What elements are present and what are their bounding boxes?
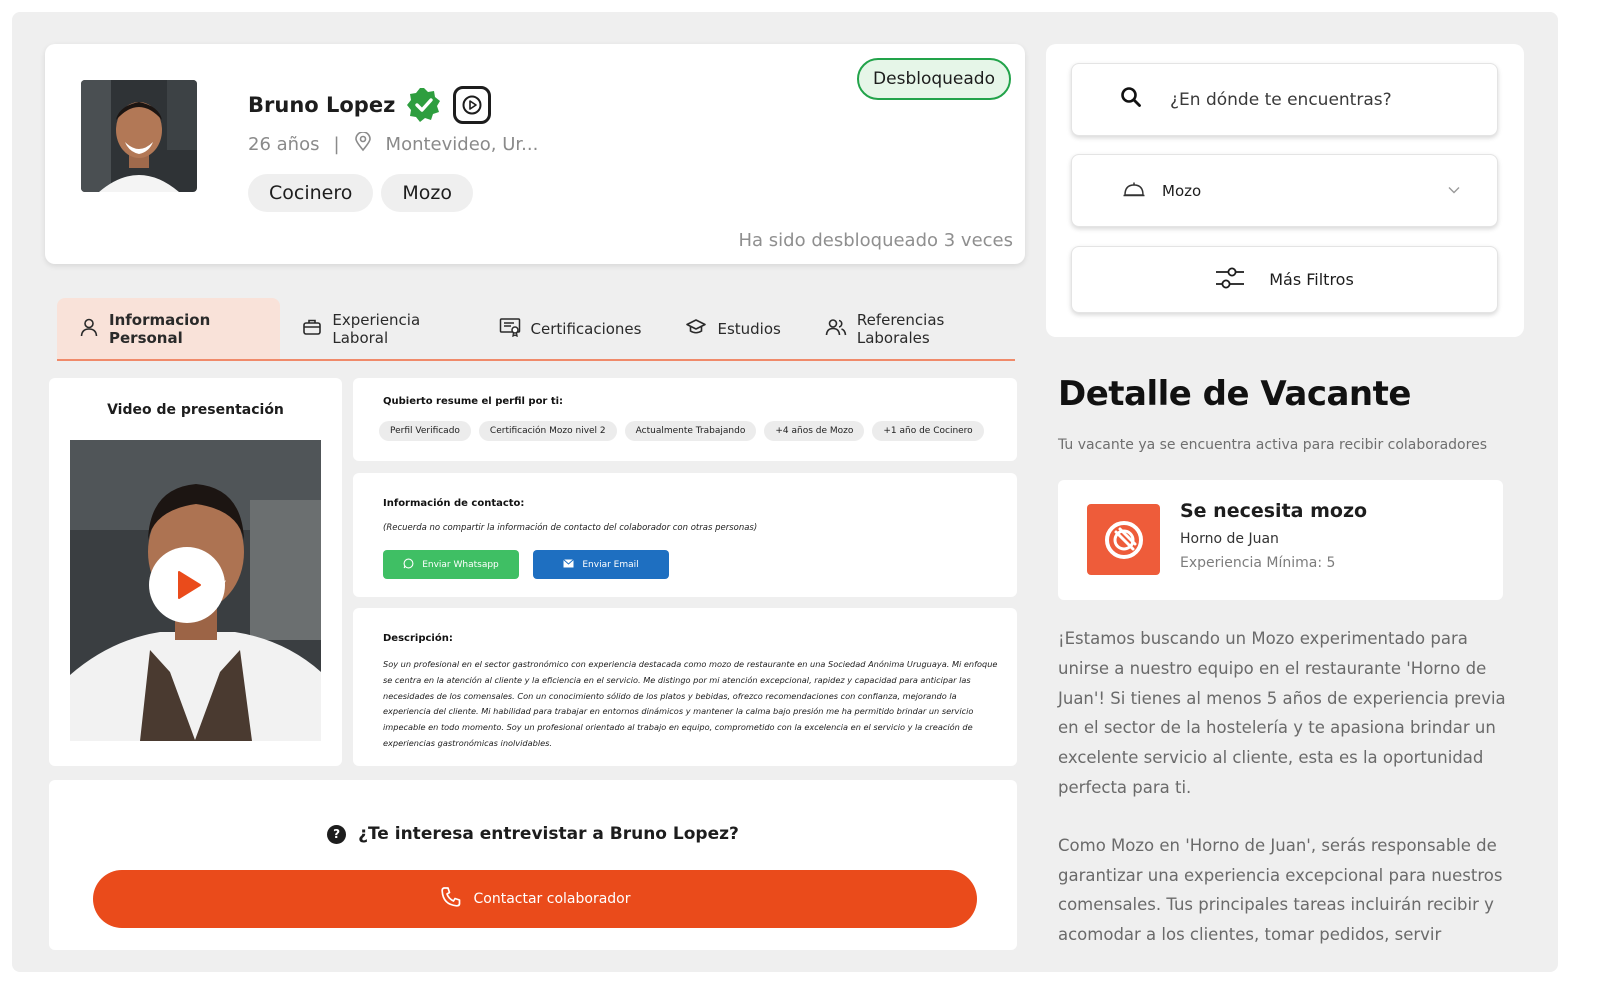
vacancy-experience: Experiencia Mínima: 5 (1180, 555, 1336, 571)
email-label: Enviar Email (582, 559, 639, 570)
candidate-location: Montevideo, Ur... (385, 134, 539, 155)
role-select[interactable]: Mozo (1071, 154, 1498, 227)
profile-summary-card: Qubierto resume el perfil por ti: Perfil… (353, 378, 1017, 461)
vacancy-name: Se necesita mozo (1180, 500, 1368, 522)
tab-referencias-laborales[interactable]: Referencias Laborales (803, 298, 1015, 359)
role-chip: Cocinero (248, 174, 374, 212)
summary-tag: Perfil Verificado (379, 421, 471, 441)
user-icon (79, 317, 99, 341)
tab-label: Estudios (717, 319, 781, 338)
more-filters-button[interactable]: Más Filtros (1071, 246, 1498, 313)
interview-question: ? ¿Te interesa entrevistar a Bruno Lopez… (49, 824, 1017, 844)
status-badge: Desbloqueado (857, 58, 1011, 100)
profile-tabs: Informacion Personal Experiencia Laboral… (57, 298, 1015, 361)
certificate-icon (499, 317, 521, 341)
briefcase-icon (302, 317, 322, 341)
more-filters-label: Más Filtros (1269, 270, 1354, 289)
send-whatsapp-button[interactable]: Enviar Whatsapp (383, 550, 519, 579)
tab-label: Referencias Laborales (856, 310, 945, 347)
play-video-icon[interactable] (453, 86, 492, 124)
search-placeholder: ¿En dónde te encuentras? (1170, 89, 1392, 110)
contact-info-card: Información de contacto: (Recuerda no co… (353, 473, 1017, 597)
vacancy-card: Se necesita mozo Horno de Juan Experienc… (1058, 480, 1503, 600)
tab-informacion-personal[interactable]: Informacion Personal (57, 298, 281, 359)
video-title: Video de presentación (107, 402, 284, 418)
candidate-age: 26 años (248, 134, 320, 155)
search-icon (1120, 86, 1142, 113)
vacancy-subtitle: Tu vacante ya se encuentra activa para r… (1058, 437, 1487, 453)
play-button[interactable] (149, 547, 225, 623)
tab-label: Certificaciones (530, 319, 642, 338)
vacancy-paragraph: Como Mozo en 'Horno de Juan', serás resp… (1058, 835, 1503, 945)
contact-button-label: Contactar colaborador (473, 891, 631, 907)
interview-question-text: ¿Te interesa entrevistar a Bruno Lopez? (358, 824, 739, 844)
location-search-input[interactable]: ¿En dónde te encuentras? (1071, 63, 1498, 136)
whatsapp-label: Enviar Whatsapp (422, 559, 499, 570)
whatsapp-icon (403, 558, 414, 572)
tab-label: Experiencia Laboral (332, 310, 421, 347)
users-icon (825, 317, 847, 341)
page-background: Bruno Lopez 26 años | Montevideo, Ur... … (12, 12, 1558, 972)
selected-role: Mozo (1162, 181, 1202, 200)
sliders-icon (1215, 265, 1245, 295)
contact-collaborator-button[interactable]: Contactar colaborador (93, 870, 977, 928)
role-chip: Mozo (381, 174, 473, 212)
meta-separator: | (333, 134, 340, 155)
summary-tag: +1 año de Cocinero (872, 421, 984, 441)
restaurant-logo-icon (1087, 504, 1160, 575)
cloche-icon (1122, 179, 1146, 203)
chevron-down-icon (1447, 183, 1461, 201)
verified-badge-icon (405, 86, 443, 124)
send-email-button[interactable]: Enviar Email (533, 550, 669, 579)
candidate-avatar (81, 80, 197, 192)
question-mark-icon: ? (327, 824, 347, 844)
tab-certificaciones[interactable]: Certificaciones (477, 298, 664, 359)
summary-heading: Qubierto resume el perfil por ti: (383, 396, 564, 407)
description-text: Soy un profesional en el sector gastronó… (383, 659, 998, 748)
envelope-icon (563, 558, 575, 571)
phone-icon (440, 886, 462, 912)
tab-experiencia-laboral[interactable]: Experiencia Laboral (280, 298, 476, 359)
vacancy-description: ¡Estamos buscando un Mozo experimentado … (1058, 624, 1514, 950)
description-heading: Descripción: (383, 633, 453, 644)
contact-note: (Recuerda no compartir la información de… (383, 523, 758, 533)
graduation-cap-icon (685, 317, 707, 341)
presentation-video[interactable] (70, 440, 321, 741)
candidate-name: Bruno Lopez (248, 93, 396, 117)
contact-heading: Información de contacto: (383, 498, 525, 509)
role-chips: Cocinero Mozo (248, 174, 473, 212)
summary-tag: +4 años de Mozo (764, 421, 865, 441)
filter-panel: ¿En dónde te encuentras? Mozo Más Filtro… (1046, 44, 1524, 337)
interview-card: ? ¿Te interesa entrevistar a Bruno Lopez… (49, 780, 1017, 950)
summary-tag: Certificación Mozo nivel 2 (478, 421, 617, 441)
tab-label: Informacion Personal (109, 310, 211, 347)
summary-tags: Perfil Verificado Certificación Mozo niv… (379, 421, 984, 441)
location-pin-icon (354, 131, 372, 157)
summary-tag: Actualmente Trabajando (624, 421, 757, 441)
vacancy-paragraph: ¡Estamos buscando un Mozo experimentado … (1058, 629, 1506, 797)
presentation-video-card: Video de presentación (49, 378, 342, 766)
vacancy-company: Horno de Juan (1180, 531, 1279, 547)
candidate-meta: 26 años | Montevideo, Ur... (248, 131, 539, 157)
tab-estudios[interactable]: Estudios (663, 298, 802, 359)
vacancy-detail-title: Detalle de Vacante (1058, 374, 1411, 414)
candidate-profile-card: Bruno Lopez 26 años | Montevideo, Ur... … (45, 44, 1025, 264)
description-card: Descripción: Soy un profesional en el se… (353, 608, 1017, 766)
unlock-count: Ha sido desbloqueado 3 veces (738, 230, 1014, 251)
